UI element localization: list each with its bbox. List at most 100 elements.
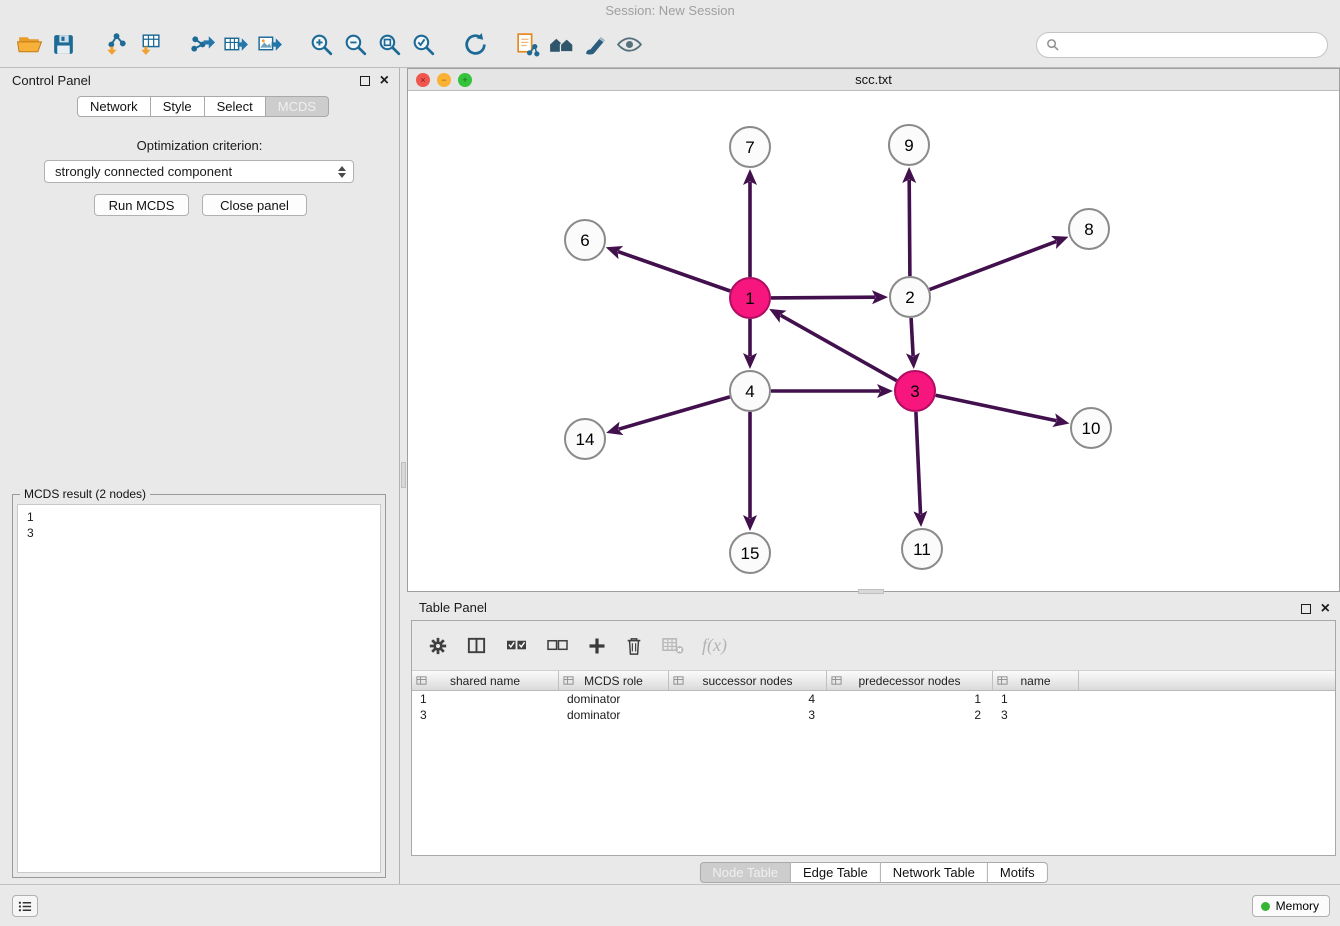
run-mcds-button[interactable]: Run MCDS xyxy=(94,194,189,216)
graph-edge-4-14[interactable] xyxy=(619,397,730,429)
column-header-mcds-role[interactable]: MCDS role xyxy=(559,671,669,690)
criterion-select[interactable]: strongly connected component xyxy=(44,160,354,183)
show-hide-button[interactable] xyxy=(612,28,646,62)
tab-mcds[interactable]: MCDS xyxy=(266,96,329,117)
cell-predecessor-nodes[interactable]: 2 xyxy=(827,707,993,723)
select-all-columns-button[interactable] xyxy=(505,632,528,660)
cell-name[interactable]: 1 xyxy=(993,691,1079,707)
column-header-shared-name[interactable]: shared name xyxy=(412,671,559,690)
window-minimize-button[interactable]: − xyxy=(437,73,451,87)
graph-node-label-8: 8 xyxy=(1084,220,1093,239)
cell-successor-nodes[interactable]: 4 xyxy=(669,691,827,707)
import-network-button[interactable] xyxy=(98,28,132,62)
task-history-button[interactable] xyxy=(12,895,38,917)
add-column-button[interactable] xyxy=(587,632,607,660)
table-row[interactable]: 3 dominator 3 2 3 xyxy=(412,707,1335,723)
style-brush-button[interactable] xyxy=(578,28,612,62)
graph-edge-3-1[interactable] xyxy=(781,315,897,381)
search-input[interactable] xyxy=(1064,37,1318,52)
delete-table-button[interactable] xyxy=(661,632,684,660)
close-table-panel-icon[interactable]: × xyxy=(1321,604,1330,614)
new-network-from-selection-button[interactable] xyxy=(510,28,544,62)
search-icon xyxy=(1046,38,1059,51)
unselect-all-columns-button[interactable] xyxy=(546,632,569,660)
tab-network[interactable]: Network xyxy=(77,96,151,117)
close-panel-button[interactable]: Close panel xyxy=(202,194,307,216)
horizontal-splitter-handle[interactable] xyxy=(858,589,884,594)
zoom-selected-button[interactable] xyxy=(406,28,440,62)
cell-shared-name[interactable]: 3 xyxy=(412,707,559,723)
graph-node-label-9: 9 xyxy=(904,136,913,155)
graph-edge-3-11[interactable] xyxy=(916,412,921,514)
zoom-out-button[interactable] xyxy=(338,28,372,62)
vertical-splitter-handle[interactable] xyxy=(401,462,406,488)
export-image-button[interactable] xyxy=(252,28,286,62)
export-table-icon xyxy=(222,31,249,58)
graph-node-label-3: 3 xyxy=(910,382,919,401)
zoom-selected-icon xyxy=(410,31,437,58)
cell-mcds-role[interactable]: dominator xyxy=(559,707,669,723)
column-header-name[interactable]: name xyxy=(993,671,1079,690)
control-panel-tabs: Network Style Select MCDS xyxy=(77,96,329,117)
export-table-button[interactable] xyxy=(218,28,252,62)
fx-icon: f(x) xyxy=(702,635,727,656)
graph-edge-2-9[interactable] xyxy=(909,180,910,276)
save-session-button[interactable] xyxy=(46,28,80,62)
table-panel: Table Panel × xyxy=(407,596,1340,884)
tab-node-table[interactable]: Node Table xyxy=(699,862,791,883)
cell-shared-name[interactable]: 1 xyxy=(412,691,559,707)
tab-style[interactable]: Style xyxy=(151,96,205,117)
refresh-button[interactable] xyxy=(458,28,492,62)
tab-network-table[interactable]: Network Table xyxy=(881,862,988,883)
table-row[interactable]: 1 dominator 4 1 1 xyxy=(412,691,1335,707)
export-network-button[interactable] xyxy=(184,28,218,62)
window-maximize-button[interactable]: + xyxy=(458,73,472,87)
show-columns-button[interactable] xyxy=(466,632,487,660)
cell-predecessor-nodes[interactable]: 1 xyxy=(827,691,993,707)
table-settings-button[interactable] xyxy=(428,632,448,660)
trash-icon xyxy=(625,636,643,656)
cell-successor-nodes[interactable]: 3 xyxy=(669,707,827,723)
new-network-from-selection-icon xyxy=(514,31,541,58)
delete-columns-button[interactable] xyxy=(625,632,643,660)
graph-edge-1-6[interactable] xyxy=(618,252,730,291)
unchecked-boxes-icon xyxy=(546,636,569,655)
window-titlebar: Session: New Session xyxy=(0,0,1340,22)
cell-mcds-role[interactable]: dominator xyxy=(559,691,669,707)
import-table-icon xyxy=(136,31,163,58)
refresh-icon xyxy=(462,31,489,58)
window-close-button[interactable]: × xyxy=(416,73,430,87)
column-grid-icon xyxy=(831,675,842,686)
window-title: Session: New Session xyxy=(605,3,734,18)
close-panel-icon[interactable]: × xyxy=(380,76,389,86)
zoom-fit-icon xyxy=(376,31,403,58)
network-canvas[interactable]: 7968124314101511 xyxy=(408,91,1339,591)
cell-name[interactable]: 3 xyxy=(993,707,1079,723)
memory-button[interactable]: Memory xyxy=(1252,895,1330,917)
tab-motifs[interactable]: Motifs xyxy=(988,862,1048,883)
list-icon xyxy=(18,900,33,913)
function-builder-button[interactable]: f(x) xyxy=(702,632,727,660)
mcds-result-line: 3 xyxy=(27,525,371,541)
mcds-result-title: MCDS result (2 nodes) xyxy=(20,487,150,501)
mcds-result-list[interactable]: 1 3 xyxy=(17,504,381,873)
graph-edge-1-2[interactable] xyxy=(771,297,875,298)
application-window: Session: New Session xyxy=(0,0,1340,926)
tab-select[interactable]: Select xyxy=(205,96,266,117)
float-panel-icon[interactable] xyxy=(360,76,370,86)
table-panel-tabs: Node Table Edge Table Network Table Moti… xyxy=(699,862,1047,883)
column-header-predecessor-nodes[interactable]: predecessor nodes xyxy=(827,671,993,690)
graph-edge-2-8[interactable] xyxy=(930,241,1057,289)
gear-icon xyxy=(428,636,448,656)
open-session-button[interactable] xyxy=(12,28,46,62)
graph-edge-2-3[interactable] xyxy=(911,318,913,356)
column-header-successor-nodes[interactable]: successor nodes xyxy=(669,671,827,690)
zoom-out-icon xyxy=(342,31,369,58)
zoom-fit-button[interactable] xyxy=(372,28,406,62)
float-table-panel-icon[interactable] xyxy=(1301,604,1311,614)
first-neighbors-button[interactable] xyxy=(544,28,578,62)
import-table-button[interactable] xyxy=(132,28,166,62)
tab-edge-table[interactable]: Edge Table xyxy=(791,862,881,883)
graph-edge-3-10[interactable] xyxy=(936,395,1057,421)
zoom-in-button[interactable] xyxy=(304,28,338,62)
